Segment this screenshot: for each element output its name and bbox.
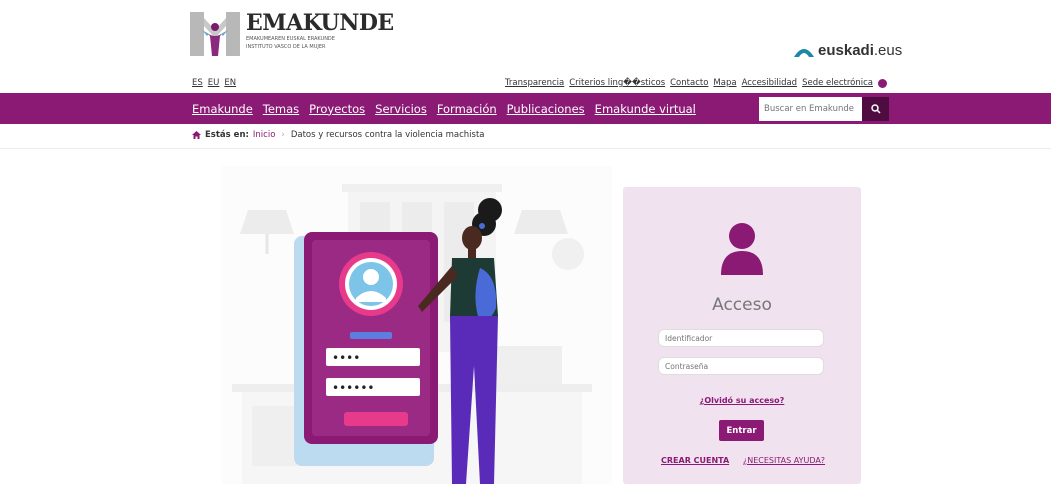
link-sede-electronica[interactable]: Sede electrónica — [802, 78, 873, 88]
logo-title: EMAKUNDE — [246, 10, 394, 36]
site-search — [759, 97, 889, 121]
breadcrumb-separator-icon: › — [281, 130, 285, 140]
link-mapa[interactable]: Mapa — [713, 78, 736, 88]
sede-electronica-icon[interactable] — [878, 78, 887, 88]
username-field[interactable] — [658, 329, 824, 347]
create-account-link[interactable]: CREAR CUENTA — [661, 456, 729, 465]
nav-emakunde[interactable]: Emakunde — [192, 102, 253, 116]
search-icon — [870, 104, 881, 114]
breadcrumb-current: Datos y recursos contra la violencia mac… — [290, 130, 485, 140]
lang-eu[interactable]: EU — [208, 78, 220, 88]
nav-temas[interactable]: Temas — [263, 102, 299, 116]
illustration-pin-text: •••• — [332, 351, 360, 365]
language-selector: ES EU EN — [192, 78, 236, 88]
login-panel: Acceso ¿Olvidó su acceso? Entrar CREAR C… — [623, 187, 861, 484]
login-title: Acceso — [712, 295, 772, 315]
main-menu: Emakunde Temas Proyectos Servicios Forma… — [192, 93, 696, 124]
nav-servicios[interactable]: Servicios — [375, 102, 427, 116]
utility-links: Transparencia Criterios ling��sticos Con… — [505, 78, 887, 88]
top-links-bar: ES EU EN Transparencia Criterios ling��s… — [0, 78, 1051, 92]
link-criterios[interactable]: Criterios ling��sticos — [569, 78, 665, 88]
need-help-link[interactable]: ¿NECESITAS AYUDA? — [743, 456, 825, 465]
nav-proyectos[interactable]: Proyectos — [309, 102, 365, 116]
illustration-graphic: •••• •••••• — [232, 184, 592, 484]
search-input[interactable] — [759, 97, 862, 121]
euskadi-name: euskadi — [818, 42, 874, 59]
user-icon — [721, 223, 763, 275]
nav-formacion[interactable]: Formación — [437, 102, 497, 116]
lang-es[interactable]: ES — [192, 78, 203, 88]
emakunde-logo[interactable]: EMAKUNDE EMAKUMEAREN EUSKAL ERAKUNDE INS… — [190, 12, 394, 56]
main-nav: Emakunde Temas Proyectos Servicios Forma… — [0, 93, 1051, 124]
site-header: EMAKUNDE EMAKUMEAREN EUSKAL ERAKUNDE INS… — [0, 0, 1051, 75]
link-transparencia[interactable]: Transparencia — [505, 78, 564, 88]
logo-subtitle-es: INSTITUTO VASCO DE LA MUJER — [246, 44, 326, 50]
logo-subtitle-eu: EMAKUMEAREN EUSKAL ERAKUNDE — [246, 36, 335, 42]
lang-en[interactable]: EN — [224, 78, 236, 88]
search-button[interactable] — [862, 97, 889, 121]
euskadi-logo[interactable]: euskadi .eus — [793, 42, 902, 59]
link-contacto[interactable]: Contacto — [670, 78, 708, 88]
emakunde-logo-icon — [190, 12, 240, 56]
euskadi-logo-icon — [794, 48, 814, 57]
breadcrumb-label: Estás en: — [205, 130, 249, 140]
breadcrumb-home[interactable]: Inicio — [253, 130, 276, 140]
login-illustration: •••• •••••• — [222, 166, 612, 484]
breadcrumb: Estás en: Inicio › Datos y recursos cont… — [192, 130, 484, 140]
nav-publicaciones[interactable]: Publicaciones — [507, 102, 585, 116]
forgot-access-link[interactable]: ¿Olvidó su acceso? — [623, 396, 861, 405]
enter-button[interactable]: Entrar — [719, 420, 764, 441]
illustration-password-text: •••••• — [332, 381, 374, 395]
header-divider — [0, 148, 1051, 149]
password-field[interactable] — [658, 357, 824, 375]
home-icon — [192, 131, 201, 139]
nav-emakunde-virtual[interactable]: Emakunde virtual — [595, 102, 696, 116]
link-accesibilidad[interactable]: Accesibilidad — [742, 78, 798, 88]
euskadi-tld: .eus — [873, 42, 903, 59]
